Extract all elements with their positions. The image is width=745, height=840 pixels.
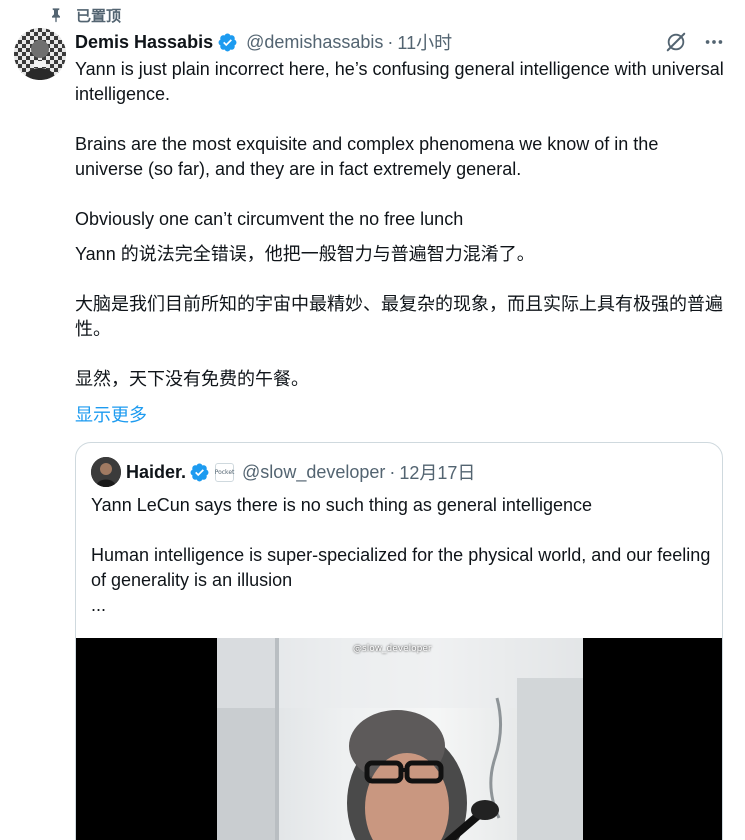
pocket-badge: Pocket xyxy=(215,462,234,482)
tweet-body: Yann is just plain incorrect here, he’s … xyxy=(75,57,725,392)
header-actions xyxy=(665,31,725,53)
quote-author-name[interactable]: Haider. xyxy=(126,462,186,483)
tweet-paragraph-en-3: Obviously one can’t circumvent the no fr… xyxy=(75,209,464,229)
author-name[interactable]: Demis Hassabis xyxy=(75,32,213,53)
quote-author-avatar[interactable] xyxy=(91,457,121,487)
quote-paragraph-1: Yann LeCun says there is no such thing a… xyxy=(91,495,592,515)
pinned-indicator: 已置顶 xyxy=(48,5,121,25)
quote-verified-badge-icon xyxy=(190,463,209,481)
verified-badge-icon xyxy=(218,33,237,51)
tweet-header: Demis Hassabis @demishassabis · 11小时 xyxy=(75,30,725,54)
tweet-paragraph-zh-3: 显然，天下没有免费的午餐。 xyxy=(75,369,309,389)
more-icon[interactable] xyxy=(703,31,725,53)
quote-author-handle[interactable]: @slow_developer xyxy=(242,462,385,483)
video-frame xyxy=(217,638,583,840)
pin-icon xyxy=(52,8,60,23)
grok-icon[interactable] xyxy=(665,31,687,53)
pinned-label: 已置顶 xyxy=(76,7,122,25)
tweet-time[interactable]: 11小时 xyxy=(397,29,452,55)
author-avatar[interactable] xyxy=(14,28,66,80)
quote-separator-dot: · xyxy=(389,461,396,482)
quote-paragraph-2: Human intelligence is super-specialized … xyxy=(91,545,716,590)
show-more-link[interactable]: 显示更多 xyxy=(75,401,147,427)
tweet-paragraph-zh-2: 大脑是我们目前所知的宇宙中最精妙、最复杂的现象，而且实际上具有极强的普遍性。 xyxy=(75,294,723,339)
quoted-tweet-card[interactable]: Haider. Pocket @slow_developer · 12月17日 … xyxy=(75,442,723,840)
quote-video[interactable]: @slow_developer xyxy=(76,638,722,840)
author-handle[interactable]: @demishassabis xyxy=(246,32,383,53)
quote-ellipsis: ... xyxy=(91,595,107,615)
tweet-paragraph-en-2: Brains are the most exquisite and comple… xyxy=(75,134,664,179)
quote-time[interactable]: 12月17日 xyxy=(399,459,475,485)
quote-header: Haider. Pocket @slow_developer · 12月17日 xyxy=(91,457,712,487)
separator-dot: · xyxy=(387,31,394,52)
tweet-paragraph-en-1: Yann is just plain incorrect here, he’s … xyxy=(75,59,729,104)
quote-body: Yann LeCun says there is no such thing a… xyxy=(91,493,711,618)
tweet-paragraph-zh-1: Yann 的说法完全错误，他把一般智力与普遍智力混淆了。 xyxy=(75,244,535,264)
video-watermark: @slow_developer xyxy=(353,644,432,654)
